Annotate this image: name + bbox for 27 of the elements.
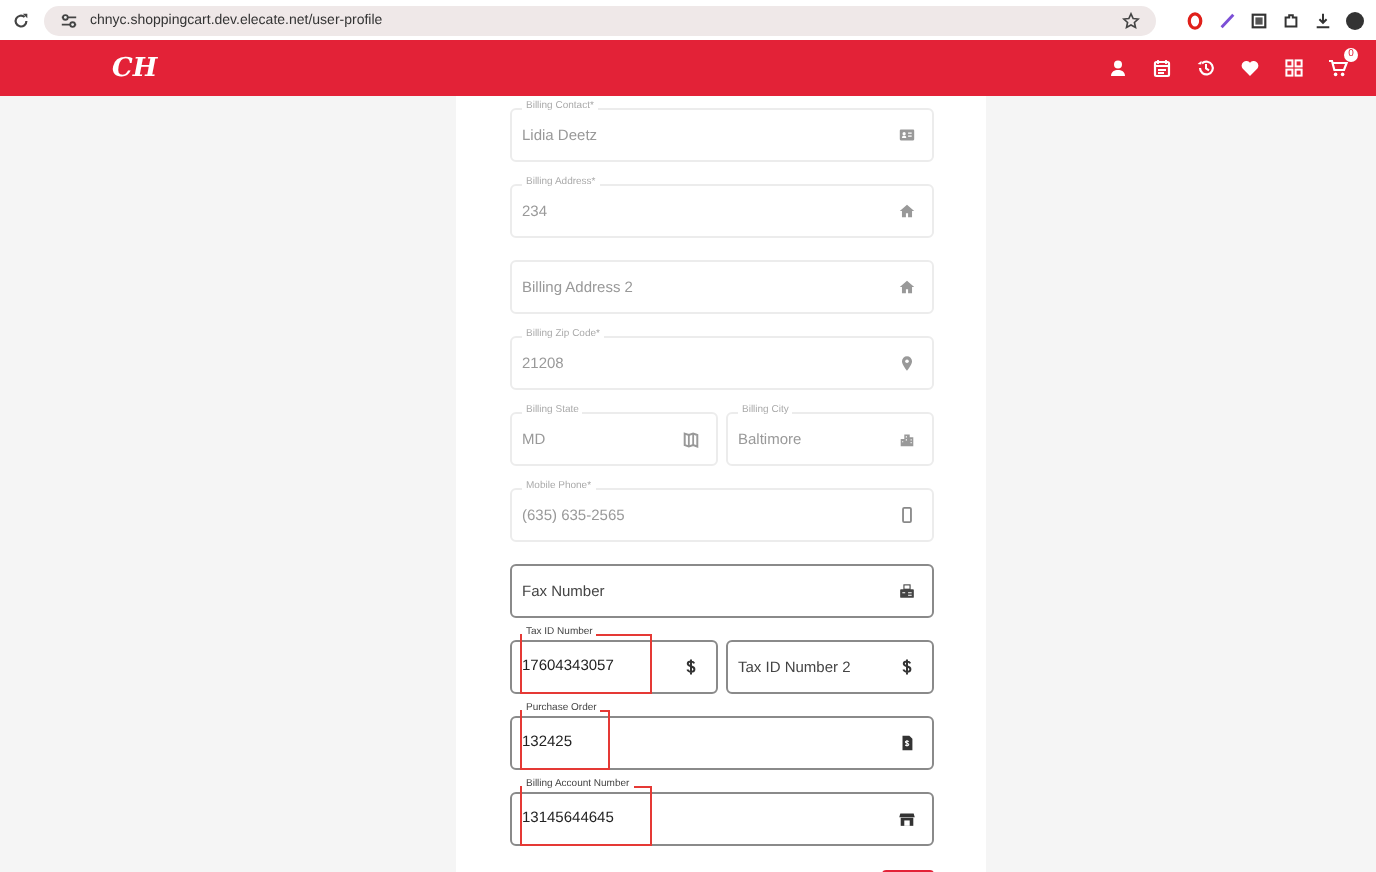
- star-icon[interactable]: [1122, 11, 1140, 29]
- cart-icon[interactable]: [1328, 58, 1348, 78]
- logo[interactable]: CH: [112, 53, 158, 83]
- location-pin-icon: [898, 354, 916, 372]
- dollar-icon: [682, 658, 700, 676]
- pen-icon[interactable]: [1218, 11, 1236, 29]
- site-settings-icon[interactable]: [60, 11, 78, 29]
- dollar-icon: [898, 658, 916, 676]
- history-icon[interactable]: [1196, 58, 1216, 78]
- profile-avatar[interactable]: [1346, 11, 1364, 29]
- puzzle-icon[interactable]: [1282, 11, 1300, 29]
- buildings-icon: [898, 430, 916, 448]
- calendar-icon[interactable]: [1152, 58, 1172, 78]
- home-icon: [898, 202, 916, 220]
- storefront-icon: [898, 810, 916, 828]
- document-icon: [898, 734, 916, 752]
- person-icon[interactable]: [1108, 58, 1128, 78]
- extension-icon[interactable]: [1250, 11, 1268, 29]
- download-icon[interactable]: [1314, 11, 1332, 29]
- map-icon: [682, 430, 700, 448]
- reload-icon[interactable]: [12, 11, 30, 29]
- grid-icon[interactable]: [1284, 58, 1304, 78]
- home-icon: [898, 278, 916, 296]
- fax-icon: [898, 582, 916, 600]
- contact-card-icon: [898, 126, 916, 144]
- mobile-phone-icon: [898, 506, 916, 524]
- heart-icon[interactable]: [1240, 58, 1260, 78]
